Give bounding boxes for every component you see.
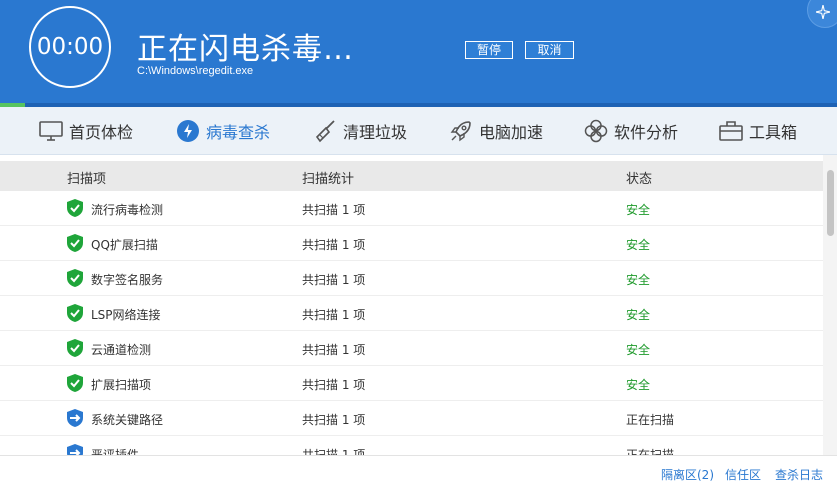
scan-item-count: 共扫描 1 项	[302, 273, 366, 287]
scrollbar-thumb[interactable]	[827, 170, 834, 236]
nav-label: 清理垃圾	[343, 123, 408, 142]
scan-row: LSP网络连接 共扫描 1 项 安全	[0, 296, 823, 331]
scan-row: 流行病毒检测 共扫描 1 项 安全	[0, 191, 823, 226]
nav-label: 电脑加速	[479, 123, 544, 142]
scan-item-status: 安全	[626, 378, 651, 392]
elapsed-timer: 00:00	[29, 6, 111, 88]
sparkle-icon	[816, 5, 830, 19]
scan-results-list: 流行病毒检测 共扫描 1 项 安全 QQ扩展扫描 共扫描 1 项 安全 数字签名…	[0, 191, 823, 455]
shield-arrow-icon	[67, 444, 83, 455]
scan-item-count: 共扫描 1 项	[302, 308, 366, 322]
scan-item-name: 流行病毒检测	[91, 203, 164, 217]
cancel-button[interactable]: 取消	[525, 41, 574, 59]
scan-log-link[interactable]: 查杀日志	[775, 466, 823, 483]
scan-table-header: 扫描项 扫描统计 状态	[0, 161, 823, 191]
trust-zone-link[interactable]: 信任区	[725, 466, 761, 483]
nav-label: 工具箱	[749, 123, 798, 142]
scan-item-status: 安全	[626, 308, 651, 322]
monitor-icon	[39, 121, 63, 141]
scan-item-name: 云通道检测	[91, 343, 152, 357]
shield-check-icon	[67, 304, 83, 322]
shield-check-icon	[67, 339, 83, 357]
fan-icon	[584, 119, 608, 143]
nav-label: 病毒查杀	[206, 123, 271, 142]
scan-item-status: 安全	[626, 343, 651, 357]
scan-row: 恶评插件 共扫描 1 项 正在扫描	[0, 436, 823, 455]
scan-item-name: 扩展扫描项	[91, 378, 152, 392]
scan-item-status: 安全	[626, 203, 651, 217]
shield-arrow-icon	[67, 409, 83, 427]
scan-row: 系统关键路径 共扫描 1 项 正在扫描	[0, 401, 823, 436]
scan-item-count: 共扫描 1 项	[302, 413, 366, 427]
nav-toolbox[interactable]: 工具箱	[719, 107, 797, 155]
scan-item-name: 恶评插件	[91, 448, 140, 455]
scan-row: 扩展扫描项 共扫描 1 项 安全	[0, 366, 823, 401]
toolbox-icon	[719, 121, 743, 141]
quarantine-link[interactable]: 隔离区(2)	[661, 466, 714, 483]
scan-item-count: 共扫描 1 项	[302, 343, 366, 357]
scan-row: QQ扩展扫描 共扫描 1 项 安全	[0, 226, 823, 261]
main-nav: 首页体检 病毒查杀 清理垃圾 电脑加速 软件分析 工具箱	[0, 107, 837, 155]
scan-item-status: 安全	[626, 238, 651, 252]
nav-label: 软件分析	[614, 123, 679, 142]
scan-row: 云通道检测 共扫描 1 项 安全	[0, 331, 823, 366]
scan-item-name: 系统关键路径	[91, 413, 164, 427]
nav-home-checkup[interactable]: 首页体检	[39, 107, 133, 155]
shield-check-icon	[67, 199, 83, 217]
scan-item-name: 数字签名服务	[91, 273, 164, 287]
column-header-item: 扫描项	[67, 172, 107, 187]
scan-row: 数字签名服务 共扫描 1 项 安全	[0, 261, 823, 296]
scan-item-count: 共扫描 1 项	[302, 448, 366, 455]
column-header-count: 扫描统计	[302, 172, 355, 187]
scan-item-status: 正在扫描	[626, 413, 675, 427]
rocket-icon	[450, 121, 471, 142]
footer-bar: 隔离区(2) 信任区 查杀日志	[0, 455, 837, 490]
lightning-icon	[177, 120, 199, 142]
broom-icon	[315, 120, 335, 143]
current-scan-path: C:\Windows\regedit.exe	[137, 65, 254, 77]
nav-speed-up[interactable]: 电脑加速	[449, 107, 543, 155]
nav-label: 首页体检	[69, 123, 134, 142]
column-header-status: 状态	[626, 172, 653, 187]
scan-item-status: 正在扫描	[626, 448, 675, 455]
nav-clean-junk[interactable]: 清理垃圾	[313, 107, 407, 155]
shield-check-icon	[67, 374, 83, 392]
scan-item-count: 共扫描 1 项	[302, 378, 366, 392]
nav-software-analysis[interactable]: 软件分析	[584, 107, 678, 155]
shield-check-icon	[67, 234, 83, 252]
scan-item-name: QQ扩展扫描	[91, 238, 158, 252]
nav-virus-scan[interactable]: 病毒查杀	[176, 107, 270, 155]
scan-item-name: LSP网络连接	[91, 308, 161, 322]
scan-item-count: 共扫描 1 项	[302, 203, 366, 217]
scan-item-status: 安全	[626, 273, 651, 287]
pause-button[interactable]: 暂停	[465, 41, 513, 59]
scan-header: 00:00 正在闪电杀毒… C:\Windows\regedit.exe 暂停 …	[0, 0, 837, 103]
scan-item-count: 共扫描 1 项	[302, 238, 366, 252]
scan-title: 正在闪电杀毒…	[137, 32, 354, 67]
shield-check-icon	[67, 269, 83, 287]
results-scrollbar[interactable]	[823, 155, 837, 455]
skin-button[interactable]	[807, 0, 837, 28]
